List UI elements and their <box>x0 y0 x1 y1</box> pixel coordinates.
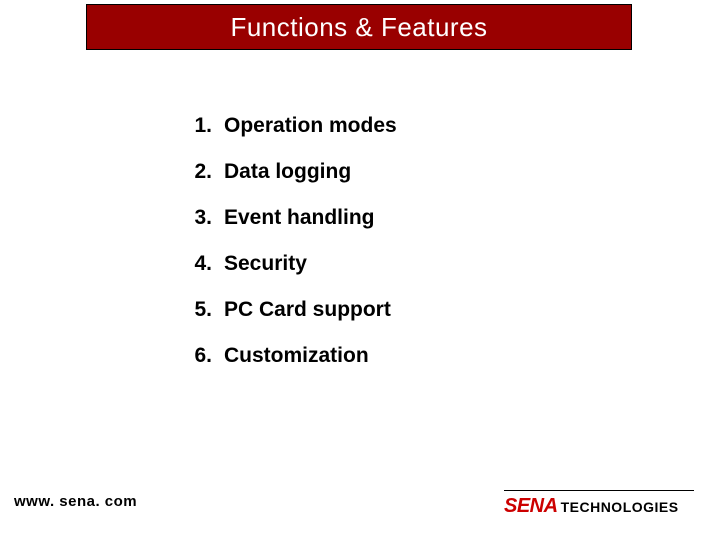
item-number: 4. <box>182 252 212 276</box>
item-number: 1. <box>182 114 212 138</box>
list-item: 4. Security <box>182 252 397 276</box>
item-label: Operation modes <box>224 114 397 138</box>
item-number: 6. <box>182 344 212 368</box>
footer-logo-block: SENA TECHNOLOGIES <box>504 490 694 518</box>
footer-url: www. sena. com <box>14 493 137 510</box>
item-label: PC Card support <box>224 298 391 322</box>
item-label: Event handling <box>224 206 375 230</box>
item-label: Data logging <box>224 160 351 184</box>
item-number: 3. <box>182 206 212 230</box>
list-item: 2. Data logging <box>182 160 397 184</box>
title-bar: Functions & Features <box>86 4 632 50</box>
divider <box>504 490 694 491</box>
item-number: 5. <box>182 298 212 322</box>
logo-secondary: TECHNOLOGIES <box>561 499 679 515</box>
slide-title: Functions & Features <box>230 12 487 43</box>
list-item: 1. Operation modes <box>182 114 397 138</box>
list-item: 6. Customization <box>182 344 397 368</box>
company-logo: SENA TECHNOLOGIES <box>504 495 679 518</box>
logo-primary: SENA <box>504 495 558 518</box>
item-label: Customization <box>224 344 369 368</box>
feature-list: 1. Operation modes 2. Data logging 3. Ev… <box>182 114 397 390</box>
list-item: 3. Event handling <box>182 206 397 230</box>
item-number: 2. <box>182 160 212 184</box>
slide: Functions & Features 1. Operation modes … <box>0 0 720 540</box>
list-item: 5. PC Card support <box>182 298 397 322</box>
item-label: Security <box>224 252 307 276</box>
